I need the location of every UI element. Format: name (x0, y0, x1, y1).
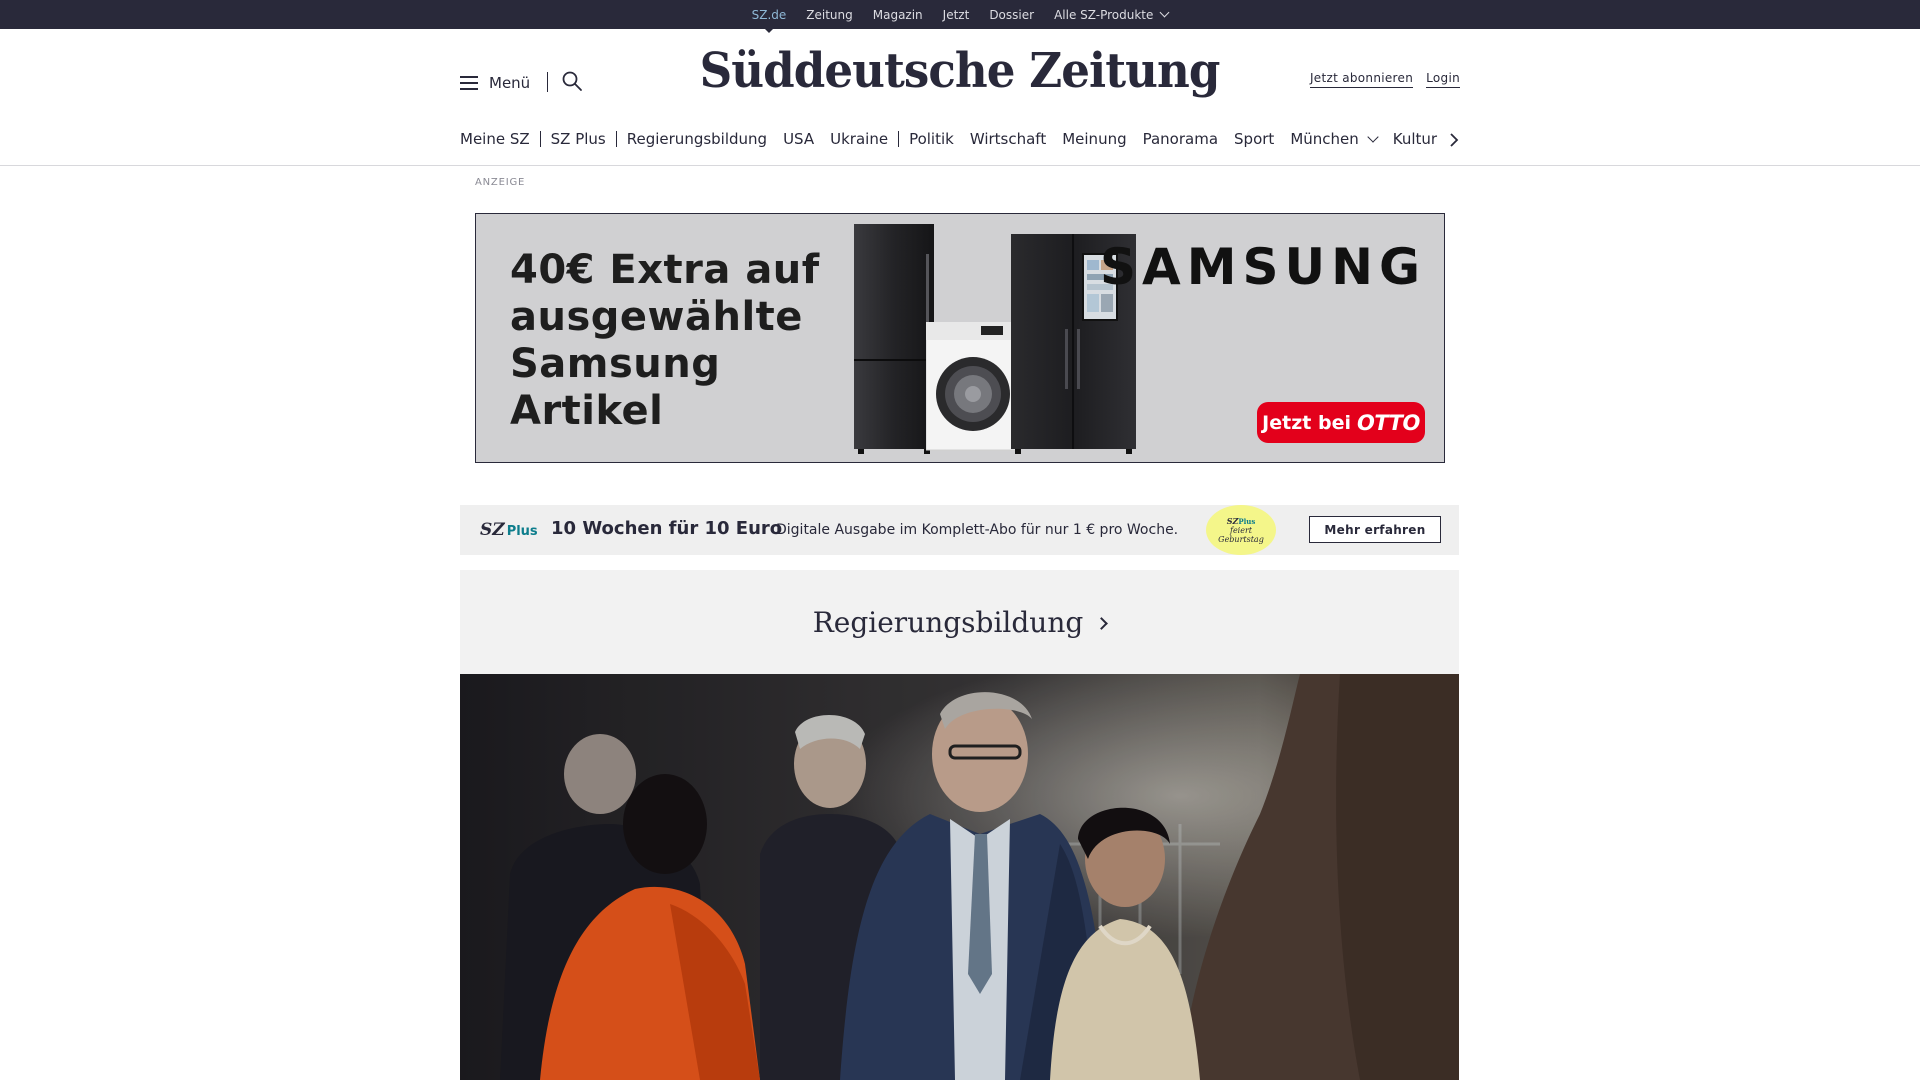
hero-photo-illustration (460, 674, 1459, 1080)
nav-item-usa[interactable]: USA (783, 130, 814, 148)
badge-logo-sz: SZ (1226, 515, 1239, 526)
nav-scroll-right-button[interactable] (1449, 133, 1459, 147)
sz-plus-logo: SZ Plus (480, 520, 538, 540)
hero-photo[interactable] (460, 674, 1459, 1080)
main-navigation: Meine SZ SZ Plus Regierungsbildung USA U… (460, 127, 1460, 151)
subscribe-link[interactable]: Jetzt abonnieren (1309, 71, 1414, 88)
advertisement-banner[interactable]: 40€ Extra auf ausgewählte Samsung Artike… (475, 213, 1445, 463)
promo-text: Digitale Ausgabe im Komplett-Abo für nur… (776, 522, 1179, 538)
nav-divider (539, 131, 541, 147)
badge-logo-plus: Plus (1238, 516, 1256, 526)
sz-plus-logo-plus: Plus (506, 524, 538, 539)
login-link[interactable]: Login (1426, 71, 1460, 88)
badge-logo: SZPlus (1226, 515, 1256, 526)
product-links: SZ.de Zeitung Magazin Jetzt Dossier Alle… (0, 0, 1920, 33)
nav-divider (898, 131, 900, 147)
topbar-link-sz-de[interactable]: SZ.de (752, 8, 786, 33)
fridge-image (854, 224, 934, 454)
site-header: Menü Süddeutsche Zeitung Jetzt abonniere… (0, 29, 1920, 166)
badge-line-1: feiert (1229, 525, 1253, 535)
account-links: Jetzt abonnieren Login (1309, 71, 1460, 88)
nav-item-regierungsbildung[interactable]: Regierungsbildung (627, 130, 767, 148)
nav-item-wirtschaft[interactable]: Wirtschaft (970, 130, 1046, 148)
nav-item-sport[interactable]: Sport (1234, 130, 1274, 148)
learn-more-button[interactable]: Mehr erfahren (1309, 516, 1441, 543)
nav-item-politik[interactable]: Politik (909, 130, 954, 148)
chevron-down-icon (1159, 7, 1170, 18)
topbar-link-zeitung[interactable]: Zeitung (806, 8, 852, 22)
nav-item-meinung[interactable]: Meinung (1062, 130, 1126, 148)
chevron-down-icon (1367, 130, 1379, 143)
nav-item-muenchen[interactable]: München (1290, 130, 1379, 148)
topbar-link-magazin[interactable]: Magazin (873, 8, 923, 22)
promo-title: 10 Wochen für 10 Euro (551, 518, 783, 539)
section-title-link[interactable]: Regierungsbildung (460, 606, 1459, 639)
washing-machine-image (926, 322, 1021, 451)
ad-headline: 40€ Extra auf ausgewählte Samsung Artike… (510, 247, 820, 434)
nav-item-muenchen-label: München (1290, 130, 1359, 148)
ad-cta-label: Jetzt bei (1262, 411, 1351, 434)
nav-item-meine-sz[interactable]: Meine SZ (460, 130, 530, 148)
topbar-link-dossier[interactable]: Dossier (989, 8, 1034, 22)
sz-plus-logo-sz: SZ (480, 520, 505, 540)
nav-item-kultur[interactable]: Kultur (1393, 130, 1437, 148)
ad-label: ANZEIGE (475, 177, 526, 188)
header-divider (0, 165, 1920, 166)
otto-logo: OTTO (1356, 410, 1420, 435)
nav-item-ukraine[interactable]: Ukraine (830, 130, 888, 148)
chevron-right-icon (1095, 617, 1109, 630)
ad-brand-logo: SAMSUNG (1100, 238, 1426, 296)
top-bar: SZ.de Zeitung Magazin Jetzt Dossier Alle… (0, 0, 1920, 33)
birthday-badge: SZPlus feiert Geburtstag (1206, 505, 1276, 555)
logo-text: Süddeutsche Zeitung (700, 43, 1221, 99)
badge-line-2: Geburtstag (1218, 534, 1264, 544)
section-title: Regierungsbildung (812, 606, 1084, 639)
nav-item-sz-plus[interactable]: SZ Plus (551, 130, 606, 148)
sz-plus-promo: SZ Plus 10 Wochen für 10 Euro Digitale A… (460, 505, 1459, 555)
nav-item-panorama[interactable]: Panorama (1143, 130, 1218, 148)
topbar-link-alle-produkte[interactable]: Alle SZ-Produkte (1054, 7, 1170, 22)
nav-divider (615, 131, 617, 147)
ad-cta-button[interactable]: Jetzt bei OTTO (1257, 402, 1425, 443)
site-logo[interactable]: Süddeutsche Zeitung (0, 43, 1920, 99)
topbar-link-alle-produkte-label: Alle SZ-Produkte (1054, 7, 1154, 22)
topbar-link-jetzt[interactable]: Jetzt (943, 8, 970, 22)
section-header: Regierungsbildung (460, 570, 1459, 674)
